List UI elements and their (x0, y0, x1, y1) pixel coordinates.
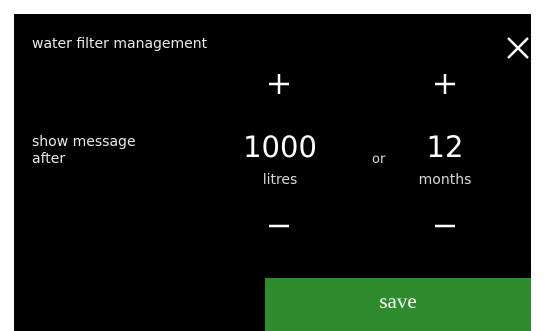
plus-icon (435, 74, 455, 94)
litres-unit: litres (262, 172, 298, 188)
show-message-label-line1: show message (32, 134, 136, 150)
page-title: water filter management (32, 36, 208, 52)
save-button[interactable]: save (265, 278, 531, 331)
months-value: 12 (426, 130, 464, 164)
months-increase-button[interactable] (400, 68, 490, 100)
plus-icon (269, 74, 289, 94)
show-message-label-line2: after (32, 151, 66, 167)
close-icon[interactable] (504, 34, 531, 62)
litres-increase-button[interactable] (234, 68, 324, 100)
litres-decrease-button[interactable] (234, 210, 324, 242)
show-message-label: show message after (32, 134, 192, 168)
or-separator: or (372, 152, 386, 167)
months-decrease-button[interactable] (400, 210, 490, 242)
litres-value: 1000 (243, 130, 317, 164)
months-unit: months (418, 172, 472, 188)
